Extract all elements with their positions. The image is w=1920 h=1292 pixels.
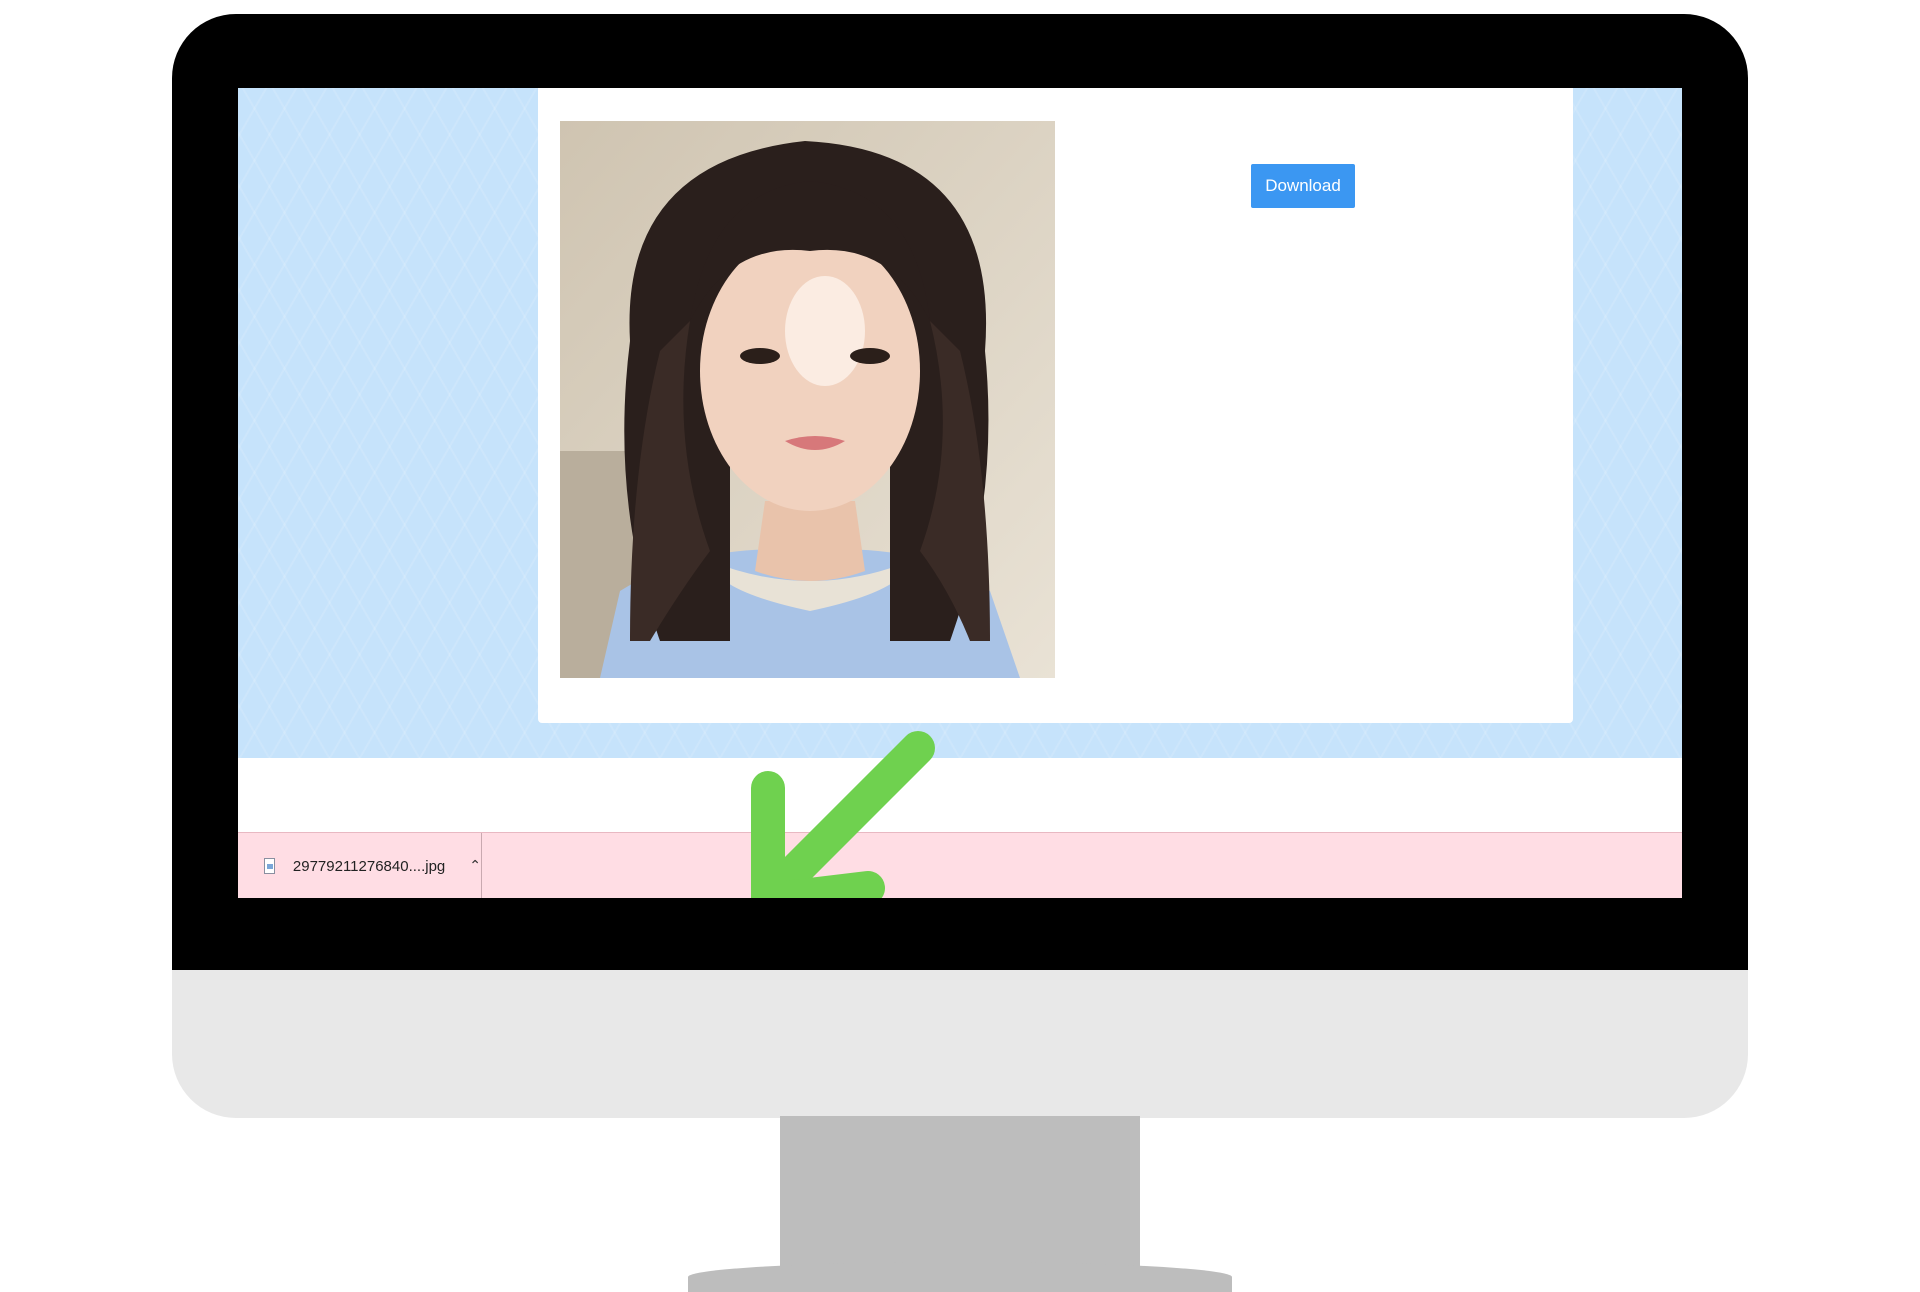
image-card: Download [538,88,1573,723]
monitor-chin [172,970,1748,1118]
download-item[interactable]: 29779211276840....jpg ⌃ [238,833,482,898]
portrait-illustration [560,121,1055,678]
monitor-stand-neck [780,1116,1140,1280]
downloads-bar: 29779211276840....jpg ⌃ [238,832,1682,898]
monitor-stand-foot [688,1262,1232,1292]
page-footer-space [238,758,1682,832]
file-image-icon [264,858,275,874]
download-file-name: 29779211276840....jpg [292,857,446,875]
browser-viewport: Download 29779211276840....jpg ⌃ [238,88,1682,898]
download-button[interactable]: Download [1251,164,1355,208]
page-background: Download [238,88,1682,758]
chevron-up-icon[interactable]: ⌃ [469,857,481,874]
portrait-photo[interactable] [560,121,1055,678]
arrow-pointing-down-left-icon [751,731,935,898]
